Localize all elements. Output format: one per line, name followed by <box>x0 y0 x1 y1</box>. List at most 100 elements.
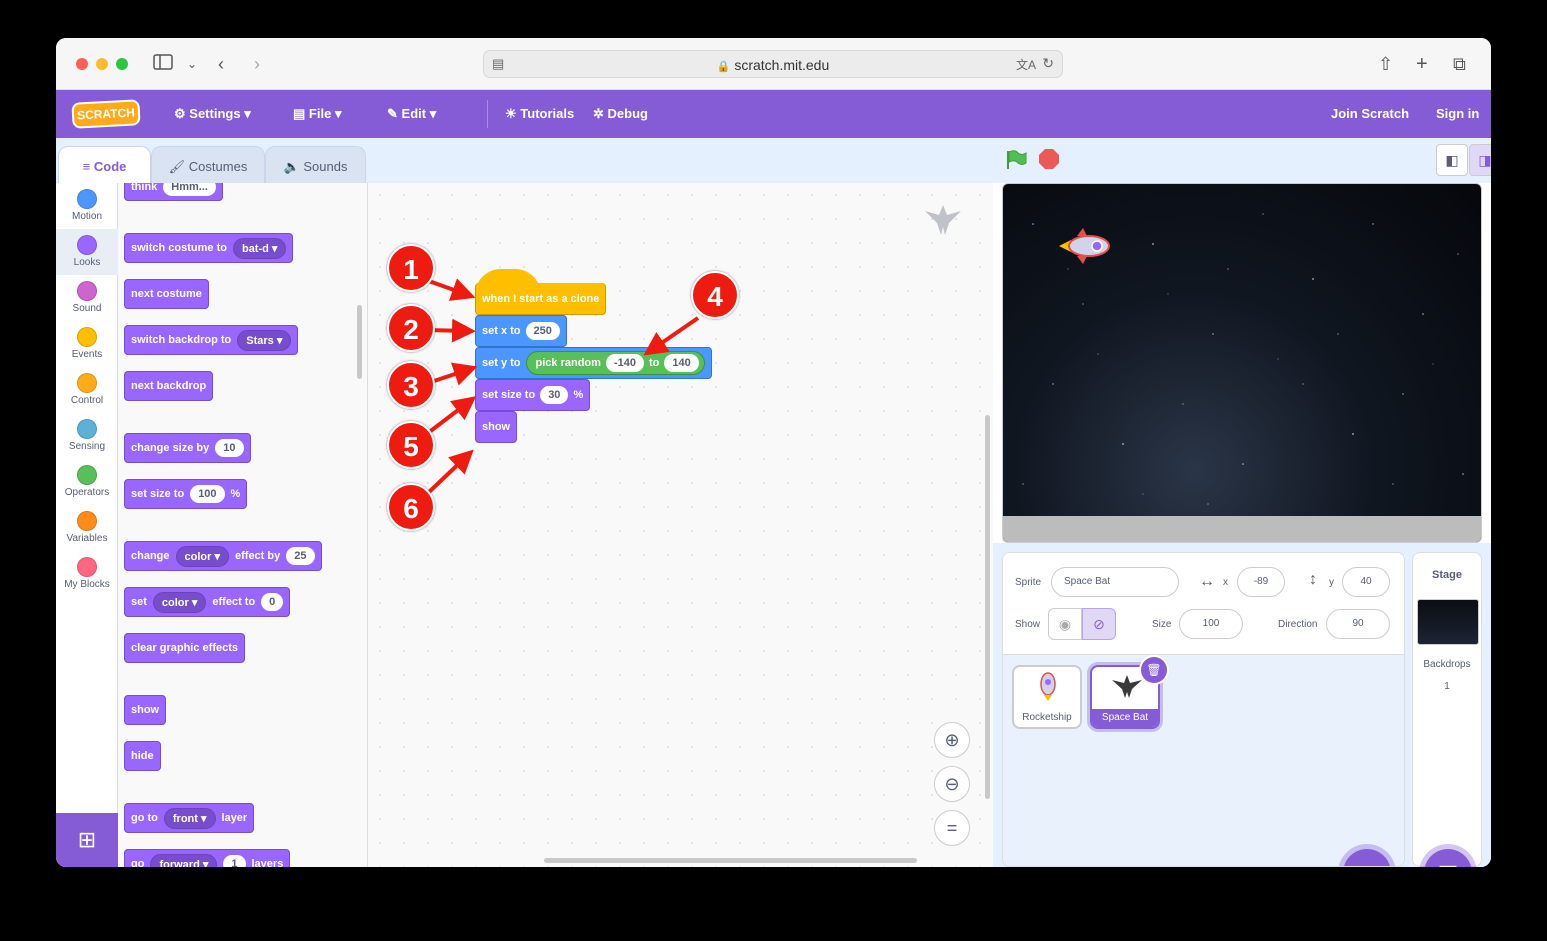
workspace-vertical-scrollbar[interactable] <box>985 415 990 799</box>
workspace-horizontal-scrollbar[interactable] <box>544 858 917 863</box>
effect-by-input[interactable]: 25 <box>286 547 315 565</box>
zoom-in-button[interactable]: ⊕ <box>934 722 970 758</box>
file-menu[interactable]: ▤ File ▾ <box>293 106 341 122</box>
forward-dropdown[interactable]: forward ▾ <box>150 853 218 868</box>
rocketship-sprite[interactable] <box>1057 226 1113 271</box>
stage-canvas[interactable] <box>1002 183 1482 543</box>
minimize-window-button[interactable] <box>96 58 108 70</box>
category-my-blocks[interactable]: My Blocks <box>56 551 118 597</box>
category-looks[interactable]: Looks <box>56 229 118 275</box>
palette-block-think[interactable]: think Hmm... <box>124 183 223 201</box>
tab-sounds[interactable]: 🔈 Sounds <box>265 146 366 183</box>
debug-button[interactable]: ✲ Debug <box>593 106 648 122</box>
category-variables[interactable]: Variables <box>56 505 118 551</box>
direction-label: Direction <box>1278 619 1318 630</box>
browser-toolbar: ⌄ ‹ › ▤ 🔒 scratch.mit.edu 文A ↻ ⇧ + ⧉ <box>56 38 1491 90</box>
effect-dropdown[interactable]: color ▾ <box>152 591 207 613</box>
change-size-input[interactable]: 10 <box>215 439 244 457</box>
palette-block-change-size[interactable]: change size by 10 <box>124 433 251 463</box>
size-field[interactable]: 100 <box>1179 609 1243 639</box>
show-hidden-button[interactable]: ⊘ <box>1082 608 1116 640</box>
looks-circle-icon <box>77 235 97 255</box>
tutorials-button[interactable]: ☀ Tutorials <box>505 106 574 122</box>
tab-code[interactable]: ≡ Code <box>58 146 151 183</box>
palette-block-hide[interactable]: hide <box>124 741 161 771</box>
stage-selector[interactable]: Stage Backdrops 1 ▣ <box>1412 552 1482 867</box>
layer-dropdown[interactable]: front ▾ <box>163 807 216 829</box>
dropdown-value: color <box>184 550 212 563</box>
green-flag-icon[interactable] <box>1005 149 1027 176</box>
new-tab-icon[interactable]: + <box>1416 53 1428 75</box>
effect-dropdown[interactable]: color ▾ <box>175 545 229 567</box>
sign-in-link[interactable]: Sign in <box>1436 106 1479 121</box>
address-bar[interactable]: ▤ 🔒 scratch.mit.edu 文A ↻ <box>483 50 1063 78</box>
category-operators[interactable]: Operators <box>56 459 118 505</box>
add-extension-button[interactable]: ⊞ <box>56 813 118 867</box>
annotation-badge-5: 5 <box>387 421 435 469</box>
layers-input[interactable]: 1 <box>223 855 246 867</box>
category-motion[interactable]: Motion <box>56 183 118 229</box>
think-input[interactable]: Hmm... <box>163 183 216 196</box>
delete-sprite-button[interactable]: 🗑 <box>1141 657 1167 683</box>
direction-field[interactable]: 90 <box>1326 609 1390 639</box>
image-plus-icon: ▣ <box>1438 860 1459 867</box>
category-label: Sensing <box>68 441 106 452</box>
edit-menu[interactable]: ✎ Edit ▾ <box>387 106 436 122</box>
dropdown-value: forward <box>159 858 200 868</box>
script-workspace[interactable]: when I start as a clone set x to 250 set … <box>368 183 993 867</box>
y-field[interactable]: 40 <box>1342 567 1390 597</box>
chevron-down-icon[interactable]: ⌄ <box>187 53 197 75</box>
palette-block-change-effect[interactable]: change color ▾ effect by 25 <box>124 541 322 571</box>
palette-block-set-effect[interactable]: set color ▾ effect to 0 <box>124 587 291 617</box>
category-control[interactable]: Control <box>56 367 118 413</box>
x-field[interactable]: -89 <box>1237 567 1285 597</box>
palette-block-set-size[interactable]: set size to 100% <box>124 479 248 509</box>
scratch-logo[interactable]: SCRATCH <box>71 99 141 129</box>
palette-block-next-backdrop[interactable]: next backdrop <box>124 371 214 401</box>
costume-dropdown[interactable]: bat-d ▾ <box>232 237 287 259</box>
effect-to-input[interactable]: 0 <box>261 593 284 611</box>
zoom-window-button[interactable] <box>116 58 128 70</box>
close-window-button[interactable] <box>76 58 88 70</box>
reload-icon[interactable]: ↻ <box>1042 55 1054 72</box>
category-sound[interactable]: Sound <box>56 275 118 321</box>
cat-plus-icon: ☺ <box>1356 860 1378 866</box>
normal-stage-button[interactable]: ◨ <box>1469 144 1491 176</box>
sprite-name-field[interactable]: Space Bat <box>1051 567 1179 597</box>
backdrop-dropdown[interactable]: Stars ▾ <box>237 329 292 351</box>
tab-costumes[interactable]: 🖌 Costumes <box>151 146 265 183</box>
rocketship-thumbnail-icon <box>1036 671 1060 704</box>
small-stage-button[interactable]: ◧ <box>1436 144 1468 176</box>
block-text: change size by <box>131 442 210 454</box>
palette-scrollbar[interactable] <box>357 305 362 379</box>
settings-menu[interactable]: ⚙ Settings ▾ <box>174 106 251 122</box>
back-icon[interactable]: ‹ <box>218 53 224 75</box>
show-visible-button[interactable]: ◉ <box>1048 608 1082 640</box>
palette-block-switch-costume[interactable]: switch costume to bat-d ▾ <box>124 233 294 263</box>
palette-block-next-costume[interactable]: next costume <box>124 279 209 309</box>
zoom-out-icon: ⊖ <box>944 774 960 794</box>
brush-icon: 🖌 <box>168 159 186 174</box>
category-sensing[interactable]: Sensing <box>56 413 118 459</box>
sidebar-toggle-icon[interactable] <box>153 53 173 75</box>
set-size-input[interactable]: 100 <box>190 485 225 503</box>
zoom-reset-button[interactable]: = <box>934 810 970 846</box>
share-icon[interactable]: ⇧ <box>1378 53 1393 75</box>
palette-block-clear-effects[interactable]: clear graphic effects <box>124 633 245 663</box>
palette-block-show[interactable]: show <box>124 695 167 725</box>
palette-block-go-layers[interactable]: go forward ▾ 1 layers <box>124 849 291 868</box>
sprite-tile-rocketship[interactable]: Rocketship <box>1012 665 1082 729</box>
tab-overview-icon[interactable]: ⧉ <box>1453 53 1466 75</box>
browser-window: ⌄ ‹ › ▤ 🔒 scratch.mit.edu 文A ↻ ⇧ + ⧉ SCR… <box>56 38 1491 867</box>
join-scratch-link[interactable]: Join Scratch <box>1331 106 1409 121</box>
category-events[interactable]: Events <box>56 321 118 367</box>
forward-icon[interactable]: › <box>254 53 260 75</box>
block-text: clear graphic effects <box>131 642 238 654</box>
stop-icon[interactable] <box>1039 149 1059 169</box>
translate-icon[interactable]: 文A <box>1016 56 1036 73</box>
choose-backdrop-button[interactable]: ▣ <box>1424 849 1472 867</box>
palette-block-switch-backdrop[interactable]: switch backdrop to Stars ▾ <box>124 325 299 355</box>
palette-block-go-to-layer[interactable]: go to front ▾ layer <box>124 803 255 833</box>
zoom-out-button[interactable]: ⊖ <box>934 766 970 802</box>
equals-icon: = <box>946 818 958 838</box>
